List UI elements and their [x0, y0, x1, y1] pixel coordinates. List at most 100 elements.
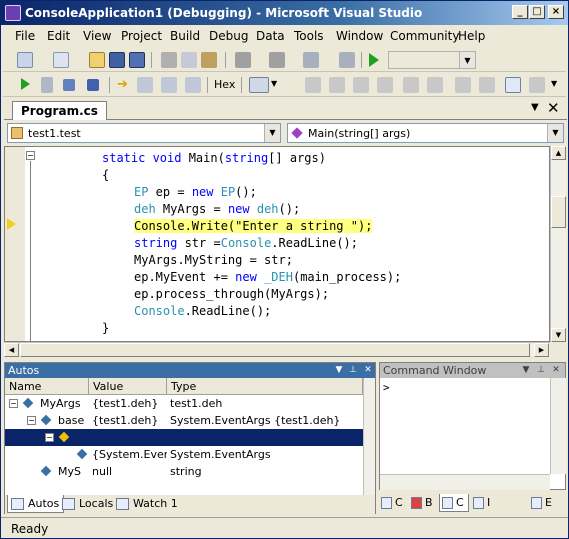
- add-item-icon[interactable]: [53, 52, 69, 68]
- tab-autos[interactable]: Autos: [7, 495, 65, 513]
- copy-icon[interactable]: [181, 52, 197, 68]
- code-line[interactable]: deh MyArgs = new deh();: [134, 201, 300, 218]
- uncomment-icon[interactable]: [479, 77, 495, 93]
- new-project-icon[interactable]: [17, 52, 33, 68]
- menu-debug[interactable]: Debug: [209, 29, 248, 43]
- breakpoints-window-icon[interactable]: [249, 77, 269, 93]
- maximize-button[interactable]: □: [529, 5, 545, 19]
- scroll-right-icon[interactable]: ▶: [534, 343, 549, 357]
- autos-row[interactable]: −: [5, 429, 365, 446]
- tab-program-cs[interactable]: Program.cs: [12, 101, 107, 120]
- navigate-backward-icon[interactable]: [303, 52, 319, 68]
- menu-project[interactable]: Project: [121, 29, 162, 43]
- menu-view[interactable]: View: [83, 29, 111, 43]
- tab-error-list[interactable]: E: [529, 494, 556, 512]
- comment-icon[interactable]: [455, 77, 471, 93]
- indicator-margin[interactable]: [5, 147, 25, 341]
- code-line[interactable]: static void Main(string[] args): [102, 150, 326, 167]
- cut-icon[interactable]: [161, 52, 177, 68]
- show-next-statement-icon[interactable]: ➔: [117, 78, 128, 91]
- command-scrollbar[interactable]: [550, 378, 566, 474]
- autos-grid[interactable]: Name Value Type − MyArgs {test1.deh} test1.…: [5, 378, 375, 498]
- command-prompt[interactable]: >: [383, 381, 390, 394]
- code-line[interactable]: EP ep = new EP();: [134, 184, 257, 201]
- autos-row[interactable]: − MyArgs {test1.deh} test1.deh: [5, 395, 365, 412]
- menu-file[interactable]: File: [15, 29, 35, 43]
- autos-row[interactable]: {System.EventASystem.EventArgs: [5, 446, 365, 463]
- collapse-icon[interactable]: −: [26, 151, 35, 160]
- chevron-down-icon[interactable]: ▼: [551, 79, 557, 88]
- open-file-icon[interactable]: [89, 52, 105, 68]
- start-debugging-icon[interactable]: [369, 53, 379, 67]
- editor-horizontal-scrollbar[interactable]: ◀ ▶: [4, 342, 550, 357]
- menu-data[interactable]: Data: [256, 29, 285, 43]
- hex-button[interactable]: Hex: [214, 78, 235, 91]
- close-icon[interactable]: ✕: [550, 364, 562, 376]
- code-line[interactable]: ep.process_through(MyArgs);: [134, 286, 329, 303]
- restart-icon[interactable]: [87, 79, 99, 91]
- tab-command[interactable]: C: [439, 494, 469, 512]
- step-into-icon[interactable]: [137, 77, 153, 93]
- close-button[interactable]: ×: [548, 5, 564, 19]
- code-line[interactable]: }: [102, 320, 109, 337]
- code-editor[interactable]: − static void Main(string[] args){ EP ep …: [4, 146, 550, 342]
- menu-window[interactable]: Window: [336, 29, 383, 43]
- redo-icon[interactable]: [269, 52, 285, 68]
- tab-call-stack[interactable]: C: [379, 494, 407, 512]
- step-over-icon[interactable]: [161, 77, 177, 93]
- step-out-icon[interactable]: [185, 77, 201, 93]
- menu-community[interactable]: Community: [390, 29, 459, 43]
- save-icon[interactable]: [109, 52, 125, 68]
- minimize-button[interactable]: _: [512, 5, 528, 19]
- tab-locals[interactable]: Locals: [59, 495, 117, 513]
- autos-row[interactable]: MyS null string: [5, 463, 365, 480]
- tab-breakpoints[interactable]: B: [409, 494, 437, 512]
- chevron-down-icon[interactable]: ▼: [531, 102, 539, 113]
- pin-icon[interactable]: ⊥: [347, 364, 359, 376]
- break-all-icon[interactable]: [41, 77, 53, 93]
- autos-row[interactable]: − base {test1.deh} System.EventArgs {test1.…: [5, 412, 365, 429]
- tab-immediate[interactable]: I: [471, 494, 494, 512]
- decrease-indent-icon[interactable]: [403, 77, 419, 93]
- autos-scrollbar[interactable]: [363, 378, 375, 498]
- editor-vertical-scrollbar[interactable]: ▲ ▼: [550, 146, 566, 342]
- close-document-icon[interactable]: ✕: [547, 99, 560, 117]
- save-all-icon[interactable]: [129, 52, 145, 68]
- scroll-left-icon[interactable]: ◀: [4, 343, 19, 357]
- menu-build[interactable]: Build: [170, 29, 200, 43]
- menu-tools[interactable]: Tools: [294, 29, 324, 43]
- continue-icon[interactable]: [21, 78, 30, 90]
- solution-config-combo[interactable]: ▼: [388, 51, 476, 69]
- paste-icon[interactable]: [201, 52, 217, 68]
- current-statement-line[interactable]: Console.Write("Enter a string ");: [134, 218, 373, 235]
- collapse-icon[interactable]: −: [9, 399, 18, 408]
- code-line[interactable]: string str =Console.ReadLine();: [134, 235, 358, 252]
- column-value[interactable]: Value: [89, 378, 167, 395]
- scroll-up-icon[interactable]: ▲: [551, 146, 566, 160]
- close-icon[interactable]: ✕: [362, 364, 374, 376]
- chevron-down-icon[interactable]: ▼: [520, 364, 532, 376]
- stop-debugging-icon[interactable]: [63, 79, 75, 91]
- scroll-thumb[interactable]: [551, 196, 566, 228]
- member-combo[interactable]: Main(string[] args) ▼: [287, 123, 564, 143]
- code-line[interactable]: MyArgs.MyString = str;: [134, 252, 293, 269]
- collapse-icon[interactable]: −: [27, 416, 36, 425]
- prev-bookmark-icon[interactable]: [329, 77, 345, 93]
- navigate-forward-icon[interactable]: [339, 52, 355, 68]
- chevron-down-icon[interactable]: ▼: [333, 364, 345, 376]
- increase-indent-icon[interactable]: [427, 77, 443, 93]
- collapse-icon[interactable]: −: [45, 433, 54, 442]
- next-bookmark-icon[interactable]: [353, 77, 369, 93]
- code-line[interactable]: {: [102, 167, 109, 184]
- code-line[interactable]: Console.ReadLine();: [134, 303, 271, 320]
- tab-watch-1[interactable]: Watch 1: [113, 495, 182, 513]
- column-name[interactable]: Name: [5, 378, 89, 395]
- column-type[interactable]: Type: [167, 378, 363, 395]
- undo-icon[interactable]: [235, 52, 251, 68]
- chevron-down-icon[interactable]: ▼: [271, 79, 277, 88]
- menu-help[interactable]: Help: [458, 29, 485, 43]
- class-combo[interactable]: test1.test ▼: [7, 123, 281, 143]
- comment-box-icon[interactable]: [529, 77, 545, 93]
- code-line[interactable]: ep.MyEvent += new _DEH(main_process);: [134, 269, 401, 286]
- scroll-down-icon[interactable]: ▼: [551, 328, 566, 342]
